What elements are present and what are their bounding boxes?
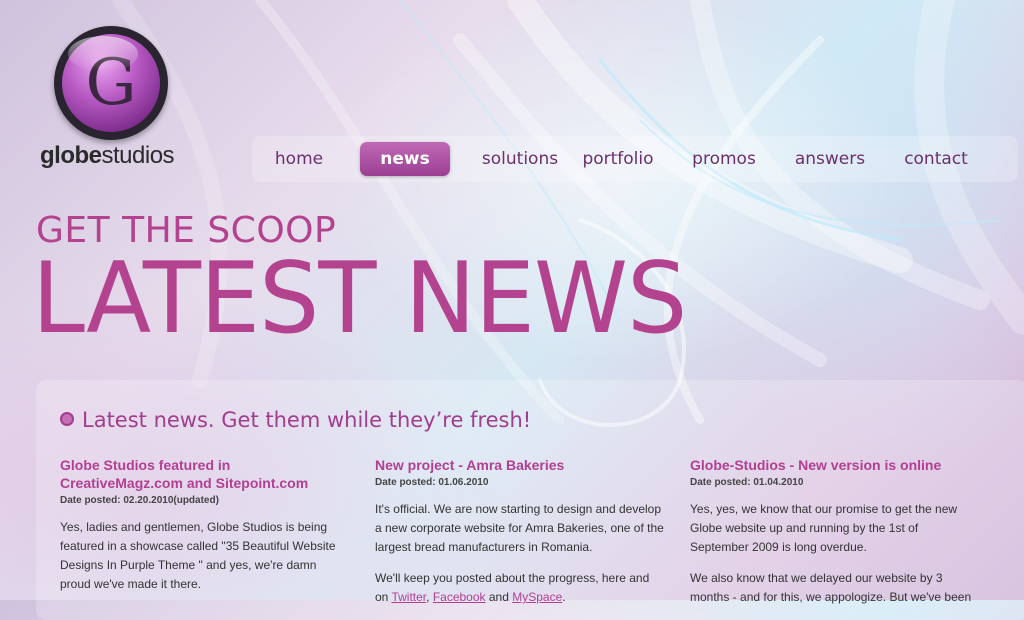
nav-contact[interactable]: contact [896, 142, 976, 176]
news-item-date: Date posted: 01.06.2010 [375, 477, 489, 488]
news-item-date: Date posted: 01.04.2010 [690, 477, 804, 488]
nav-home[interactable]: home [262, 142, 336, 176]
nav-portfolio[interactable]: portfolio [576, 142, 660, 176]
news-item-body: It's official. We are now starting to de… [375, 502, 664, 554]
myspace-link[interactable]: MySpace [512, 590, 562, 604]
body-text: and [485, 590, 513, 604]
bullet-icon [60, 412, 74, 426]
logo-shine [68, 36, 138, 72]
news-item-title[interactable]: Globe Studios featured in CreativeMagz.c… [60, 456, 350, 492]
globe-logo-icon: G [54, 26, 168, 140]
news-item-date: Date posted: 02.20.2010(updated) [60, 495, 219, 506]
nav-news[interactable]: news [360, 142, 450, 176]
nav-answers[interactable]: answers [790, 142, 870, 176]
news-item-body: Yes, yes, we know that our promise to ge… [690, 502, 958, 554]
logo-wordmark: globestudios [40, 142, 175, 170]
body-text: . [562, 590, 566, 604]
news-item-body: Yes, ladies and gentlemen, Globe Studios… [60, 520, 336, 591]
twitter-link[interactable]: Twitter [391, 590, 426, 604]
news-item-body-links: We'll keep you posted about the progress… [375, 569, 665, 607]
page-title: LATEST NEWS [32, 242, 687, 356]
news-tagline-text: Latest news. Get them while they’re fres… [82, 408, 532, 432]
news-item: Globe-Studios - New version is online Da… [690, 456, 980, 607]
news-item: New project - Amra Bakeries Date posted:… [375, 456, 665, 607]
logo-brand-regular: studios [101, 142, 175, 169]
news-item-title[interactable]: Globe-Studios - New version is online [690, 456, 980, 474]
logo-brand-bold: globe [40, 142, 102, 169]
body-text: , [426, 590, 433, 604]
site-logo[interactable]: G globestudios [38, 22, 198, 182]
facebook-link[interactable]: Facebook [433, 590, 486, 604]
nav-solutions[interactable]: solutions [470, 142, 570, 176]
news-item: Globe Studios featured in CreativeMagz.c… [60, 456, 350, 594]
news-item-body: We also know that we delayed our website… [690, 571, 972, 604]
news-item-title[interactable]: New project - Amra Bakeries [375, 456, 665, 474]
nav-promos[interactable]: promos [686, 142, 762, 176]
news-tagline: Latest news. Get them while they’re fres… [60, 408, 531, 432]
main-nav: home news solutions portfolio promos ans… [252, 136, 1018, 182]
